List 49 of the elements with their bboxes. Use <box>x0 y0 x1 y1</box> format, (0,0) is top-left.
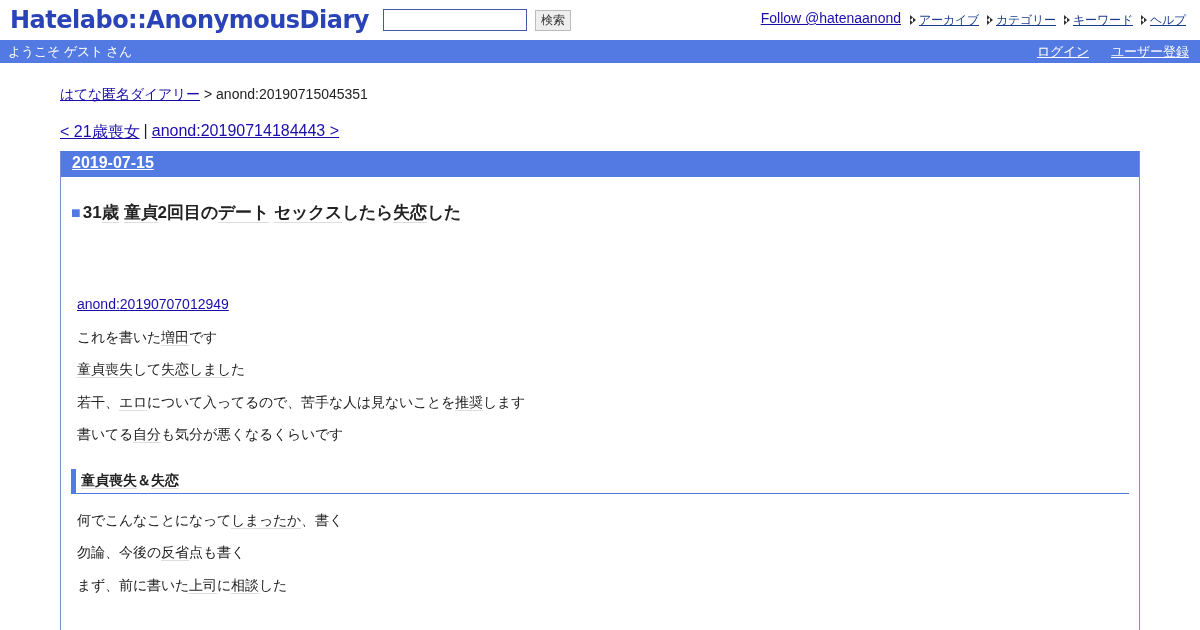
keyword-link[interactable]: 反省 <box>161 544 189 561</box>
section-heading: 童貞喪失＆失恋 <box>71 468 1129 494</box>
next-link[interactable]: anond:20190714184443 > <box>151 122 340 143</box>
pager-separator: | <box>143 122 148 141</box>
keyword-link[interactable]: 童貞喪失 <box>77 361 133 378</box>
keyword-link[interactable]: 増田 <box>161 328 189 346</box>
keyword-link[interactable]: 上司 <box>189 576 217 594</box>
prev-link[interactable]: < 21歳喪女 <box>60 122 140 143</box>
keyword-link[interactable]: 失恋 <box>151 471 179 489</box>
paragraph: これを書いた増田 です <box>77 327 218 348</box>
arrow-icon <box>1141 15 1147 25</box>
breadcrumb-link[interactable]: はてな匿名ダイアリー <box>60 86 200 104</box>
search-field[interactable] <box>382 9 527 31</box>
keyword-link[interactable]: 失恋 <box>393 203 428 223</box>
arrow-icon <box>910 15 916 25</box>
search-button[interactable]: 検索 <box>534 9 571 31</box>
keyword-link[interactable]: 歳 <box>101 203 119 223</box>
nav-link[interactable]: カテゴリー <box>996 12 1056 29</box>
arrow-icon <box>1064 15 1070 25</box>
nav-link[interactable]: ヘルプ <box>1150 12 1186 29</box>
nav-link[interactable]: アーカイブ <box>919 12 979 29</box>
entry-title: ■31歳 童貞2回目のデート セックス したら失恋した <box>71 202 463 224</box>
keyword-link[interactable]: 童貞 <box>123 203 158 223</box>
anond-link[interactable]: anond:20190707012949 <box>77 296 229 312</box>
paragraph: 勿論、今後の反省点も書く <box>77 543 246 563</box>
nav-link[interactable]: キーワード <box>1073 12 1133 29</box>
account-link[interactable]: ユーザー登録 <box>1111 42 1189 61</box>
keyword-link[interactable]: 推奨 <box>455 393 483 411</box>
keyword-link[interactable]: 童貞喪失 <box>81 471 137 489</box>
keyword-link[interactable]: デート <box>218 203 270 223</box>
permalink-marker[interactable]: ■ <box>71 204 81 221</box>
welcome-text: ようこそ ゲスト さん <box>8 42 133 61</box>
arrow-icon <box>987 15 993 25</box>
keyword-link[interactable]: 自分 <box>133 426 161 443</box>
paragraph: 何でこんなことになって しまったか、書く <box>77 510 344 531</box>
paragraph: 童貞喪失 して 失恋しまし た <box>77 360 246 380</box>
paragraph: 書いてる 自分 も気分が悪くなるくらいです <box>77 425 344 445</box>
keyword-link[interactable]: しまったか <box>231 511 301 529</box>
paragraph: まず、前に書いた上司 に相談 した <box>77 575 288 596</box>
keyword-link[interactable]: 失恋しまし <box>161 361 231 378</box>
breadcrumb-current: > anond:20190715045351 <box>204 86 368 104</box>
follow-link[interactable]: Follow @hatenaanond <box>760 10 901 26</box>
keyword-link[interactable]: エロ <box>119 393 147 411</box>
paragraph: 若干、エロ について入ってるので、苦手な人は見ないことを推奨します <box>77 392 526 413</box>
site-logo[interactable]: Hatelabo::AnonymousDiary <box>10 6 369 34</box>
account-link[interactable]: ログイン <box>1037 42 1089 61</box>
date-link[interactable]: 2019-07-15 <box>72 154 154 171</box>
keyword-link[interactable]: セックス <box>274 203 343 223</box>
keyword-link[interactable]: 相談 <box>231 576 259 594</box>
